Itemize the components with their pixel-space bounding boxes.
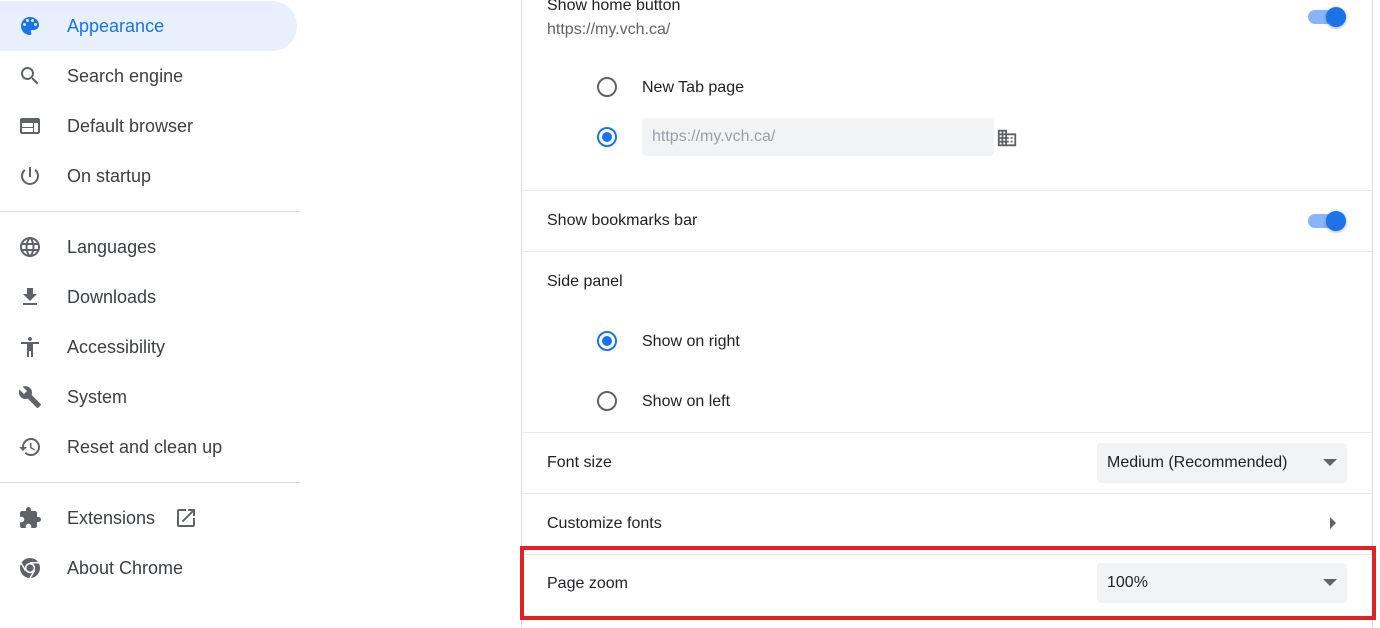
sidebar-item-system[interactable]: System [0,372,297,422]
sidebar-item-reset[interactable]: Reset and clean up [0,422,297,472]
page-zoom-label: Page zoom [547,575,628,592]
sidebar-item-label: Extensions [67,507,156,528]
sidebar-item-accessibility[interactable]: Accessibility [0,322,297,372]
bookmarks-bar-toggle[interactable] [1307,209,1347,233]
sidebar-item-downloads[interactable]: Downloads [0,272,297,322]
wrench-icon [18,385,42,409]
power-icon [18,164,42,188]
sidebar-item-search-engine[interactable]: Search engine [0,51,297,101]
home-button-toggle[interactable] [1307,5,1347,29]
row-divider [522,493,1372,494]
row-divider [522,432,1372,433]
page-zoom-select[interactable]: 100% [1097,563,1347,603]
home-url-input[interactable] [642,118,994,156]
download-icon [18,285,42,309]
dropdown-arrow-icon [1323,579,1337,586]
custom-url-radio[interactable] [597,127,617,147]
browser-window-icon [18,114,42,138]
globe-icon [18,235,42,259]
appearance-settings-card: Show home button https://my.vch.ca/ New … [521,0,1373,628]
sidebar-item-label: Languages [67,236,157,257]
search-icon [18,64,42,88]
font-size-label: Font size [547,454,612,471]
sidebar-item-default-browser[interactable]: Default browser [0,101,297,151]
accessibility-icon [18,335,42,359]
sidebar-item-about-chrome[interactable]: About Chrome [0,543,297,593]
row-divider [522,251,1372,252]
dropdown-arrow-icon [1323,459,1337,466]
chrome-icon [18,556,42,580]
side-panel-right-label: Show on right [642,333,740,350]
history-icon [18,435,42,459]
home-button-label: Show home button [547,0,681,14]
new-tab-page-label: New Tab page [642,79,744,96]
sidebar-item-languages[interactable]: Languages [0,222,297,272]
home-button-url: https://my.vch.ca/ [547,21,671,38]
sidebar-item-label: Accessibility [67,336,166,357]
open-in-new-icon [174,506,198,530]
font-size-select[interactable]: Medium (Recommended) [1097,443,1347,483]
sidebar-item-label: Downloads [67,286,157,307]
sidebar-item-label: About Chrome [67,557,184,578]
bookmarks-bar-label: Show bookmarks bar [547,212,698,229]
sidebar-item-label: Default browser [67,115,194,136]
sidebar-item-label: Reset and clean up [67,436,223,457]
side-panel-label: Side panel [547,273,623,290]
page-zoom-value: 100% [1107,574,1148,591]
row-divider [522,554,1372,555]
sidebar-item-label: Search engine [67,65,184,86]
enterprise-managed-icon [996,127,1018,149]
new-tab-page-radio[interactable] [597,77,617,97]
chevron-right-icon[interactable] [1330,517,1336,529]
customize-fonts-label[interactable]: Customize fonts [547,515,662,533]
puzzle-icon [18,506,42,530]
sidebar-item-extensions[interactable]: Extensions [0,493,297,543]
sidebar-item-appearance[interactable]: Appearance [0,1,297,51]
palette-icon [18,14,42,38]
settings-sidebar: Appearance Search engine Default browser… [0,0,300,628]
sidebar-item-label: Appearance [67,15,165,36]
toggle-knob [1326,7,1346,27]
side-panel-left-label: Show on left [642,393,731,410]
sidebar-item-on-startup[interactable]: On startup [0,151,297,201]
side-panel-left-radio[interactable] [597,391,617,411]
sidebar-divider [0,211,300,212]
toggle-knob [1326,211,1346,231]
sidebar-item-label: On startup [67,165,152,186]
sidebar-item-label: System [67,386,128,407]
sidebar-divider [0,482,300,483]
side-panel-right-radio[interactable] [597,331,617,351]
font-size-value: Medium (Recommended) [1107,454,1288,471]
row-divider [522,190,1372,191]
